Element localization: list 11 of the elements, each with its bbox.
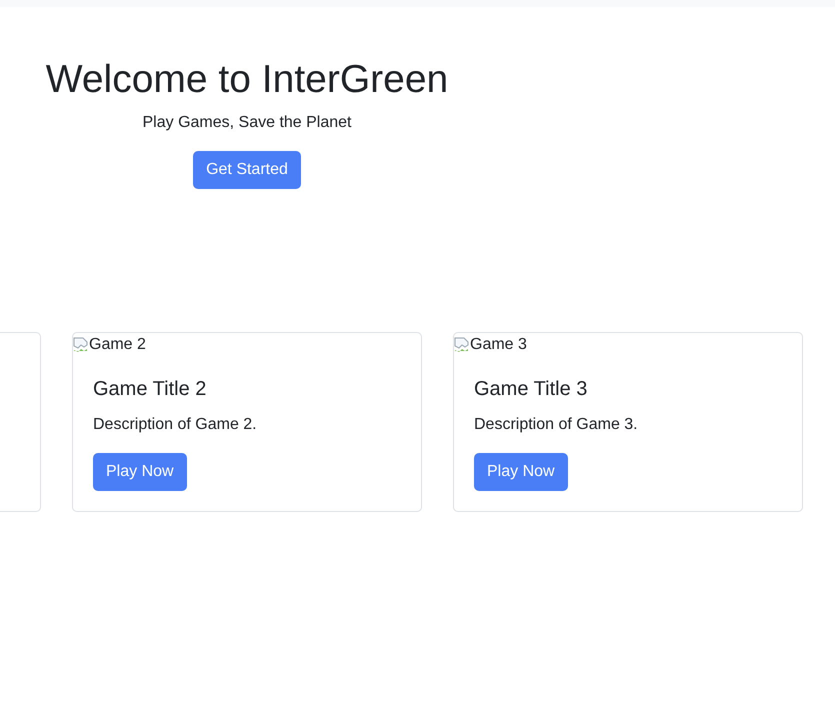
image-alt-text: Game 2 [89,335,146,355]
play-now-button[interactable]: Play Now [474,453,568,491]
hero-subtitle: Play Games, Save the Planet [142,113,352,133]
image-alt-text: Game 3 [470,335,527,355]
get-started-button[interactable]: Get Started [193,151,301,189]
hero-title: Welcome to InterGreen [46,57,448,103]
play-now-button[interactable]: Play Now [93,453,187,491]
card-description: Description of Game 3. [474,415,638,435]
card-title: Game Title 2 [93,377,206,401]
card-title: Game Title 3 [474,377,588,401]
card-description: Description of Game 2. [93,415,257,435]
